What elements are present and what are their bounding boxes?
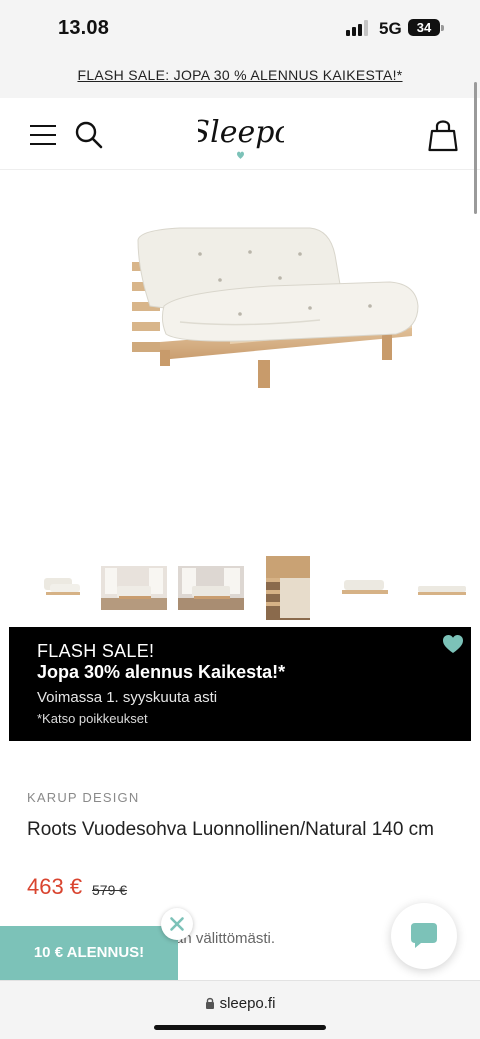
status-time: 13.08	[58, 17, 110, 39]
browser-url-bar[interactable]: sleepo.fi	[0, 980, 480, 1039]
thumbnail-3[interactable]	[178, 550, 244, 620]
chat-bubble-icon	[411, 923, 437, 948]
product-image[interactable]	[120, 210, 430, 400]
discount-tab-button[interactable]: 10 € ALENNUS!	[0, 926, 178, 980]
status-bar: 13.08 5G 34	[0, 0, 480, 54]
home-indicator[interactable]	[154, 1025, 326, 1030]
bag-icon[interactable]	[427, 118, 459, 152]
discount-close-button[interactable]	[161, 908, 193, 940]
flash-sale-promo[interactable]: FLASH SALE! Jopa 30% alennus Kaikesta!* …	[9, 627, 471, 741]
thumbnail-strip	[0, 550, 480, 624]
promo-title: FLASH SALE!	[37, 641, 155, 661]
thumbnail-4[interactable]	[266, 550, 310, 620]
product-price: 463 €	[27, 874, 83, 899]
sleepo-logo[interactable]: Sleepo	[198, 106, 284, 164]
battery-icon: 34	[408, 19, 440, 36]
site-header: Sleepo	[0, 98, 480, 170]
heart-icon	[443, 635, 463, 653]
thumbnail-6[interactable]	[414, 550, 470, 620]
promo-headline: Jopa 30% alennus Kaikesta!*	[37, 662, 286, 682]
lock-icon	[205, 997, 214, 1009]
battery-tip	[441, 25, 444, 31]
close-icon	[170, 917, 184, 931]
network-label: 5G	[379, 19, 402, 38]
thumbnail-1[interactable]	[40, 550, 82, 620]
promo-note: *Katso poikkeukset	[37, 711, 148, 726]
page-scrollbar[interactable]	[474, 82, 477, 214]
product-brand[interactable]: KARUP DESIGN	[27, 790, 139, 805]
search-icon[interactable]	[74, 120, 104, 150]
signal-icon	[346, 20, 372, 36]
url-display[interactable]: sleepo.fi	[0, 995, 480, 1012]
flash-sale-banner[interactable]: FLASH SALE: JOPA 30 % ALENNUS KAIKESTA!*	[0, 54, 480, 98]
logo-text: Sleepo	[198, 115, 284, 150]
menu-icon[interactable]	[30, 125, 56, 145]
chat-button[interactable]	[391, 903, 457, 969]
flash-sale-link[interactable]: FLASH SALE: JOPA 30 % ALENNUS KAIKESTA!*	[77, 67, 402, 83]
product-title: Roots Vuodesohva Luonnollinen/Natural 14…	[27, 819, 435, 840]
promo-valid-until: Voimassa 1. syyskuuta asti	[37, 689, 218, 706]
url-text: sleepo.fi	[219, 995, 276, 1012]
thumbnail-2[interactable]	[101, 550, 167, 620]
thumbnail-5[interactable]	[338, 550, 392, 620]
product-old-price: 579 €	[92, 882, 128, 898]
